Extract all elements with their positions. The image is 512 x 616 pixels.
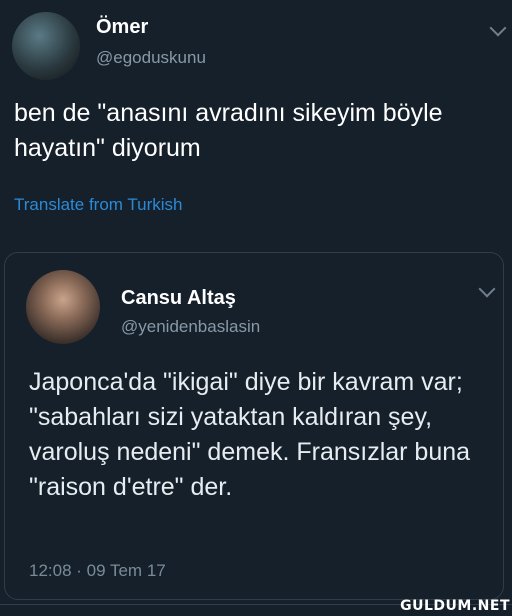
user-avatar-icon[interactable] [12,12,80,80]
user-avatar-icon[interactable] [26,270,100,344]
translate-link[interactable]: Translate from Turkish [14,195,182,215]
tweet: Ömer @egoduskunu ben de "anasını avradın… [0,0,512,250]
quoted-tweet[interactable]: Cansu Altaş @yenidenbaslasin Japonca'da … [4,252,504,600]
watermark-logo: GULDUM.NET [400,598,510,614]
tweet-author-handle[interactable]: @egoduskunu [96,48,206,68]
quoted-author-name[interactable]: Cansu Altaş [121,287,236,310]
quoted-author-handle[interactable]: @yenidenbaslasin [121,317,260,337]
tweet-text: ben de "anasını avradını sikeyim böyle h… [14,99,443,162]
quoted-tweet-text: Japonca'da "ikigai" diye bir kavram var;… [29,368,471,501]
chevron-down-icon[interactable] [489,19,507,37]
tweet-author-name[interactable]: Ömer [96,16,148,39]
quoted-tweet-timestamp[interactable]: 12:08 · 09 Tem 17 [29,561,166,581]
chevron-down-icon[interactable] [478,280,496,298]
